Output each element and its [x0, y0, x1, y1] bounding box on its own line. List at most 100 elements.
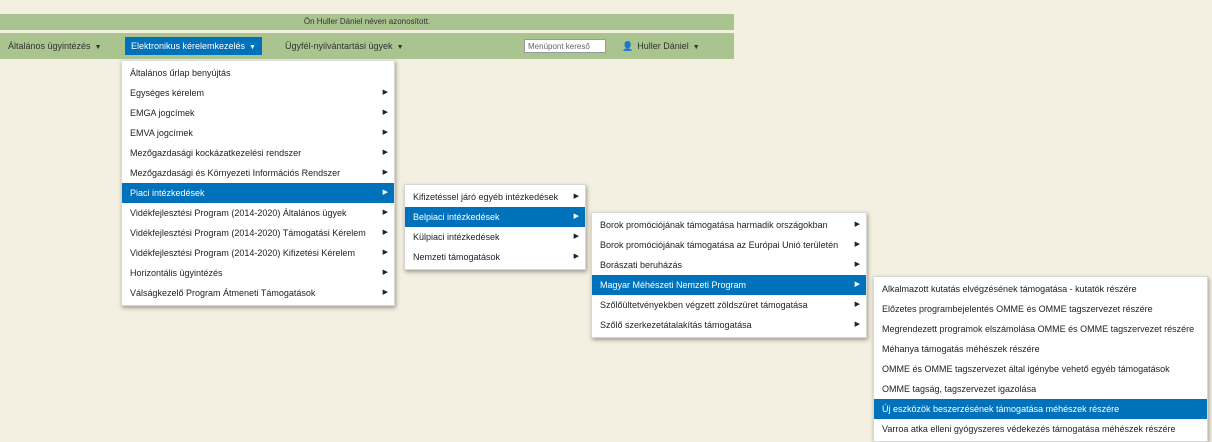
user-icon: 👤	[622, 41, 634, 51]
menu3-item-beekeeping-program[interactable]: Magyar Méhészeti Nemzeti Program ▶	[592, 275, 866, 295]
user-menu[interactable]: 👤 Huller Dániel ▼	[622, 37, 700, 55]
menu4-item-label: Alkalmazott kutatás elvégzésének támogat…	[882, 284, 1137, 294]
menu1-item[interactable]: Általános űrlap benyújtás	[122, 63, 394, 83]
caret-right-icon: ▶	[382, 229, 388, 236]
menu1-item-market-measures[interactable]: Piaci intézkedések ▶	[122, 183, 394, 203]
menu3-item-label: Borok promóciójának támogatása az Európa…	[600, 240, 839, 250]
menu1-item-label: Vidékfejlesztési Program (2014-2020) Ált…	[130, 208, 347, 218]
menu4-item[interactable]: Varroa atka elleni gyógyszeres védekezés…	[874, 419, 1207, 439]
menu4-item-label: Előzetes programbejelentés OMME és OMME …	[882, 304, 1153, 314]
menu1-item-label: EMVA jogcímek	[130, 128, 193, 138]
menu4-item[interactable]: Alkalmazott kutatás elvégzésének támogat…	[874, 279, 1207, 299]
menu3-item-label: Magyar Méhészeti Nemzeti Program	[600, 280, 747, 290]
menu2-item[interactable]: Nemzeti támogatások ▶	[405, 247, 585, 267]
menu1-item[interactable]: Horizontális ügyintézés ▶	[122, 263, 394, 283]
menu1-item-label: Egységes kérelem	[130, 88, 205, 98]
menu2-item-domestic-measures[interactable]: Belpiaci intézkedések ▶	[405, 207, 585, 227]
menu-domestic-measures: Borok promóciójának támogatása harmadik …	[591, 212, 867, 338]
menu3-item[interactable]: Szőlő szerkezetátalakítás támogatása ▶	[592, 315, 866, 335]
main-navbar: Általános ügyintézés ▼ Elektronikus kérel…	[0, 33, 734, 59]
menu1-item[interactable]: Vidékfejlesztési Program (2014-2020) Kif…	[122, 243, 394, 263]
menu1-item[interactable]: Egységes kérelem ▶	[122, 83, 394, 103]
menu1-item-label: Általános űrlap benyújtás	[130, 68, 231, 78]
caret-right-icon: ▶	[854, 301, 860, 308]
menu2-item-label: Nemzeti támogatások	[413, 252, 501, 262]
caret-right-icon: ▶	[854, 261, 860, 268]
menu4-item-new-equipment[interactable]: Új eszközök beszerzésének támogatása méh…	[874, 399, 1207, 419]
login-info-bar: Ön Huller Dániel néven azonosított.	[0, 14, 734, 30]
caret-right-icon: ▶	[382, 209, 388, 216]
menu4-item[interactable]: OMME és OMME tagszervezet által igénybe …	[874, 359, 1207, 379]
menu1-item[interactable]: Mezőgazdasági kockázatkezelési rendszer ▶	[122, 143, 394, 163]
nav-electronic-requests-label: Elektronikus kérelemkezelés	[131, 41, 246, 51]
caret-right-icon: ▶	[382, 249, 388, 256]
menu4-item[interactable]: Előzetes programbejelentés OMME és OMME …	[874, 299, 1207, 319]
menu-search-input[interactable]	[524, 39, 606, 53]
menu1-item[interactable]: Válságkezelő Program Átmeneti Támogatáso…	[122, 283, 394, 303]
menu3-item-label: Borászati beruházás	[600, 260, 683, 270]
caret-right-icon: ▶	[382, 149, 388, 156]
caret-right-icon: ▶	[854, 221, 860, 228]
menu-beekeeping-program: Alkalmazott kutatás elvégzésének támogat…	[873, 276, 1208, 442]
menu4-item-label: OMME és OMME tagszervezet által igénybe …	[882, 364, 1170, 374]
caret-down-icon: ▼	[396, 44, 404, 51]
menu3-item[interactable]: Borok promóciójának támogatása az Európa…	[592, 235, 866, 255]
nav-general-affairs[interactable]: Általános ügyintézés ▼	[8, 37, 102, 55]
caret-right-icon: ▶	[382, 169, 388, 176]
menu3-item[interactable]: Borászati beruházás ▶	[592, 255, 866, 275]
menu3-item[interactable]: Borok promóciójának támogatása harmadik …	[592, 215, 866, 235]
menu4-item[interactable]: Méhanya támogatás méhészek részére	[874, 339, 1207, 359]
menu1-item-label: Vidékfejlesztési Program (2014-2020) Tám…	[130, 228, 366, 238]
caret-right-icon: ▶	[573, 213, 579, 220]
menu2-item-label: Külpiaci intézkedések	[413, 232, 500, 242]
menu2-item[interactable]: Kifizetéssel járó egyéb intézkedések ▶	[405, 187, 585, 207]
menu2-item[interactable]: Külpiaci intézkedések ▶	[405, 227, 585, 247]
menu1-item[interactable]: EMGA jogcímek ▶	[122, 103, 394, 123]
menu2-item-label: Belpiaci intézkedések	[413, 212, 500, 222]
caret-right-icon: ▶	[382, 89, 388, 96]
menu1-item-label: Mezőgazdasági kockázatkezelési rendszer	[130, 148, 302, 158]
caret-right-icon: ▶	[382, 269, 388, 276]
menu4-item-label: Megrendezett programok elszámolása OMME …	[882, 324, 1195, 334]
menu4-item-label: OMME tagság, tagszervezet igazolása	[882, 384, 1037, 394]
caret-right-icon: ▶	[854, 321, 860, 328]
caret-down-icon: ▼	[692, 44, 700, 51]
menu3-item[interactable]: Szőlőültetvényekben végzett zöldszüret t…	[592, 295, 866, 315]
nav-electronic-requests[interactable]: Elektronikus kérelemkezelés ▼	[125, 37, 262, 55]
menu3-item-label: Szőlőültetvényekben végzett zöldszüret t…	[600, 300, 808, 310]
menu-market-measures: Kifizetéssel járó egyéb intézkedések ▶ Be…	[404, 184, 586, 270]
caret-down-icon: ▼	[94, 44, 102, 51]
nav-client-registry-label: Ügyfél-nyilvántartási ügyek	[285, 41, 393, 51]
menu4-item-label: Új eszközök beszerzésének támogatása méh…	[882, 404, 1120, 414]
caret-right-icon: ▶	[573, 193, 579, 200]
menu1-item-label: Piaci intézkedések	[130, 188, 205, 198]
menu1-item-label: Mezőgazdasági és Környezeti Információs …	[130, 168, 341, 178]
menu1-item[interactable]: Vidékfejlesztési Program (2014-2020) Tám…	[122, 223, 394, 243]
login-info-text: Ön Huller Dániel néven azonosított.	[303, 17, 431, 26]
menu4-item[interactable]: OMME tagság, tagszervezet igazolása	[874, 379, 1207, 399]
caret-right-icon: ▶	[382, 109, 388, 116]
caret-right-icon: ▶	[573, 253, 579, 260]
menu4-item-label: Varroa atka elleni gyógyszeres védekezés…	[882, 424, 1176, 434]
menu1-item-label: Válságkezelő Program Átmeneti Támogatáso…	[130, 288, 316, 298]
menu1-item[interactable]: Vidékfejlesztési Program (2014-2020) Ált…	[122, 203, 394, 223]
caret-right-icon: ▶	[382, 289, 388, 296]
menu4-item-label: Méhanya támogatás méhészek részére	[882, 344, 1040, 354]
menu-electronic-requests: Általános űrlap benyújtás Egységes kérel…	[121, 60, 395, 306]
menu1-item-label: Horizontális ügyintézés	[130, 268, 223, 278]
user-name: Huller Dániel	[637, 41, 689, 51]
menu4-item[interactable]: Megrendezett programok elszámolása OMME …	[874, 319, 1207, 339]
nav-client-registry[interactable]: Ügyfél-nyilvántartási ügyek ▼	[285, 37, 404, 55]
menu3-item-label: Borok promóciójának támogatása harmadik …	[600, 220, 828, 230]
caret-right-icon: ▶	[854, 281, 860, 288]
caret-right-icon: ▶	[854, 241, 860, 248]
menu1-item[interactable]: Mezőgazdasági és Környezeti Információs …	[122, 163, 394, 183]
menu3-item-label: Szőlő szerkezetátalakítás támogatása	[600, 320, 752, 330]
nav-general-affairs-label: Általános ügyintézés	[8, 41, 91, 51]
menu1-item-label: EMGA jogcímek	[130, 108, 195, 118]
caret-right-icon: ▶	[573, 233, 579, 240]
caret-right-icon: ▶	[382, 129, 388, 136]
menu1-item[interactable]: EMVA jogcímek ▶	[122, 123, 394, 143]
menu1-item-label: Vidékfejlesztési Program (2014-2020) Kif…	[130, 248, 355, 258]
menu2-item-label: Kifizetéssel járó egyéb intézkedések	[413, 192, 559, 202]
